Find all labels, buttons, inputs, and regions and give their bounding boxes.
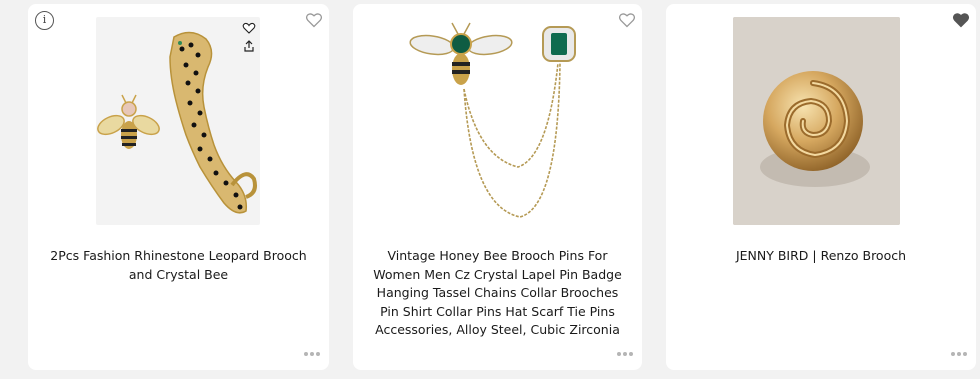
product-card[interactable]: Vintage Honey Bee Brooch Pins For Women … [353, 4, 642, 370]
swirl-brooch-graphic [763, 71, 863, 171]
leopard-bee-brooch-image [97, 31, 257, 214]
heart-outline-icon[interactable] [305, 11, 323, 29]
product-title[interactable]: 2Pcs Fashion Rhinestone Leopard Brooch a… [44, 247, 313, 284]
bee-brooch-graphic [409, 22, 513, 85]
info-icon[interactable]: i [35, 11, 54, 30]
product-image-leopard-bee[interactable] [96, 17, 260, 225]
emerald-pin-graphic [542, 26, 576, 62]
product-card[interactable]: JENNY BIRD | Renzo Brooch [666, 4, 976, 370]
product-image-bee-chain[interactable] [408, 17, 588, 225]
bee-chain-brooch-image [409, 22, 576, 218]
share-icon[interactable] [241, 38, 257, 54]
product-title[interactable]: Vintage Honey Bee Brooch Pins For Women … [369, 247, 626, 340]
more-dots-icon[interactable] [617, 351, 633, 357]
product-image-renzo[interactable] [733, 17, 900, 225]
product-card[interactable]: i 2Pcs Fashion Rhinestone Leopard Brooch… [28, 4, 329, 370]
rhinestone-leopard-graphic [169, 31, 257, 214]
crystal-bee-graphic [97, 94, 160, 149]
image-mini-actions [241, 20, 257, 56]
renzo-brooch-image [733, 17, 900, 225]
product-title[interactable]: JENNY BIRD | Renzo Brooch [682, 247, 960, 266]
heart-outline-icon[interactable] [618, 11, 636, 29]
small-heart-icon[interactable] [241, 20, 257, 36]
more-dots-icon[interactable] [304, 351, 320, 357]
more-dots-icon[interactable] [951, 351, 967, 357]
chain-graphic [463, 62, 561, 218]
heart-filled-icon[interactable] [952, 11, 970, 29]
